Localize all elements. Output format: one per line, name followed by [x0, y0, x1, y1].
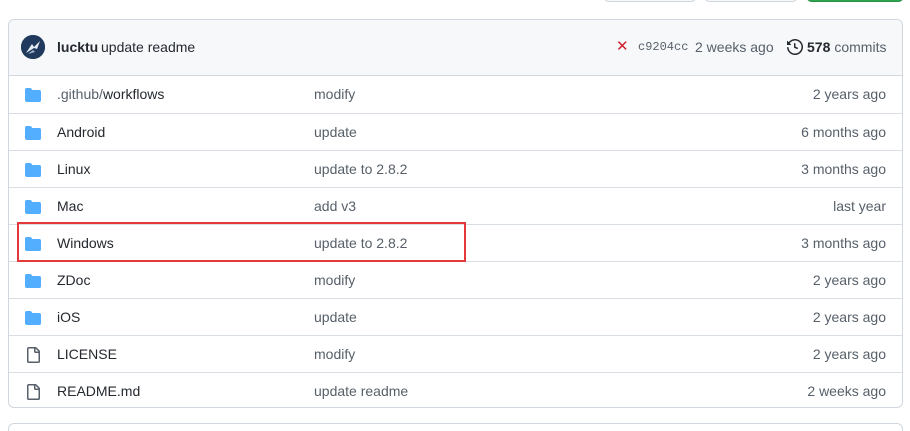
- file-name-prefix: .github/: [57, 86, 103, 102]
- file-commit-age: last year: [833, 198, 886, 214]
- commit-time: 2 weeks ago: [695, 39, 774, 55]
- file-icon: [25, 384, 41, 400]
- file-row[interactable]: LICENSE modify 2 years ago: [9, 335, 902, 372]
- file-row[interactable]: Mac add v3 last year: [9, 187, 902, 224]
- file-name-link[interactable]: .github/workflows: [57, 86, 164, 102]
- file-commit-message-link[interactable]: modify: [314, 346, 355, 362]
- top-button-2[interactable]: [704, 0, 798, 2]
- file-row[interactable]: .github/workflows modify 2 years ago: [9, 76, 902, 113]
- folder-icon: [25, 87, 41, 103]
- file-name-text: ZDoc: [57, 272, 91, 288]
- file-row[interactable]: Android update 6 months ago: [9, 113, 902, 150]
- file-row[interactable]: Windows update to 2.8.2 3 months ago: [9, 224, 902, 261]
- file-name-link[interactable]: Linux: [57, 161, 90, 177]
- avatar[interactable]: [21, 35, 45, 59]
- file-name-text: LICENSE: [57, 346, 117, 362]
- commit-author-link[interactable]: lucktu: [57, 39, 98, 55]
- file-commit-age: 2 years ago: [812, 309, 886, 325]
- file-commit-message-link[interactable]: update to 2.8.2: [314, 235, 407, 251]
- file-commit-message-link[interactable]: modify: [314, 86, 355, 102]
- file-icon: [25, 347, 41, 363]
- file-name-link[interactable]: iOS: [57, 309, 80, 325]
- file-commit-message-link[interactable]: modify: [314, 272, 355, 288]
- commit-count: 578: [807, 39, 831, 55]
- history-icon: [787, 39, 803, 55]
- file-commit-message-link[interactable]: update: [314, 124, 357, 140]
- folder-icon: [25, 199, 41, 215]
- file-name-link[interactable]: ZDoc: [57, 272, 90, 288]
- file-commit-age: 2 years ago: [812, 346, 886, 362]
- file-row[interactable]: iOS update 2 years ago: [9, 298, 902, 335]
- file-name-link[interactable]: Windows: [57, 235, 114, 251]
- file-row[interactable]: Linux update to 2.8.2 3 months ago: [9, 150, 902, 187]
- file-list: .github/workflows modify 2 years ago Androi…: [9, 76, 902, 407]
- latest-commit-header: lucktu update readme ✕ c9204cc 2 weeks a…: [9, 20, 902, 76]
- folder-icon: [25, 125, 41, 141]
- folder-icon: [25, 236, 41, 252]
- file-commit-message-link[interactable]: update readme: [314, 383, 408, 399]
- code-button[interactable]: [806, 0, 904, 2]
- file-row[interactable]: ZDoc modify 2 years ago: [9, 261, 902, 298]
- file-name-text: workflows: [102, 86, 165, 102]
- file-name-text: iOS: [57, 309, 81, 325]
- readme-box: [8, 423, 903, 431]
- file-name-link[interactable]: LICENSE: [57, 346, 117, 362]
- top-button-1[interactable]: [603, 0, 697, 2]
- commit-history-link[interactable]: 578 commits: [787, 39, 886, 55]
- file-commit-message-link[interactable]: update to 2.8.2: [314, 161, 407, 177]
- commit-sha-link[interactable]: c9204cc: [638, 40, 688, 54]
- file-commit-message-link[interactable]: update: [314, 309, 357, 325]
- commit-count-label: commits: [834, 39, 887, 55]
- file-name-text: Android: [57, 124, 106, 140]
- file-name-text: Windows: [57, 235, 114, 251]
- file-commit-age: 6 months ago: [801, 124, 886, 140]
- file-commit-age: 3 months ago: [801, 161, 886, 177]
- file-name-link[interactable]: README.md: [57, 383, 140, 399]
- folder-icon: [25, 273, 41, 289]
- file-commit-age: 2 years ago: [812, 86, 886, 102]
- folder-icon: [25, 310, 41, 326]
- file-commit-age: 3 months ago: [801, 235, 886, 251]
- file-name-text: Mac: [57, 198, 84, 214]
- file-name-text: Linux: [57, 161, 91, 177]
- folder-icon: [25, 162, 41, 178]
- ci-status-fail-icon[interactable]: ✕: [616, 39, 629, 55]
- file-name-text: README.md: [57, 383, 141, 399]
- commit-message-link[interactable]: update readme: [101, 39, 195, 55]
- file-commit-message-link[interactable]: add v3: [314, 198, 356, 214]
- file-name-link[interactable]: Android: [57, 124, 105, 140]
- file-commit-age: 2 years ago: [812, 272, 886, 288]
- file-commit-age: 2 weeks ago: [807, 383, 886, 399]
- file-name-link[interactable]: Mac: [57, 198, 83, 214]
- file-browser: lucktu update readme ✕ c9204cc 2 weeks a…: [8, 19, 903, 408]
- file-row[interactable]: README.md update readme 2 weeks ago: [9, 372, 902, 407]
